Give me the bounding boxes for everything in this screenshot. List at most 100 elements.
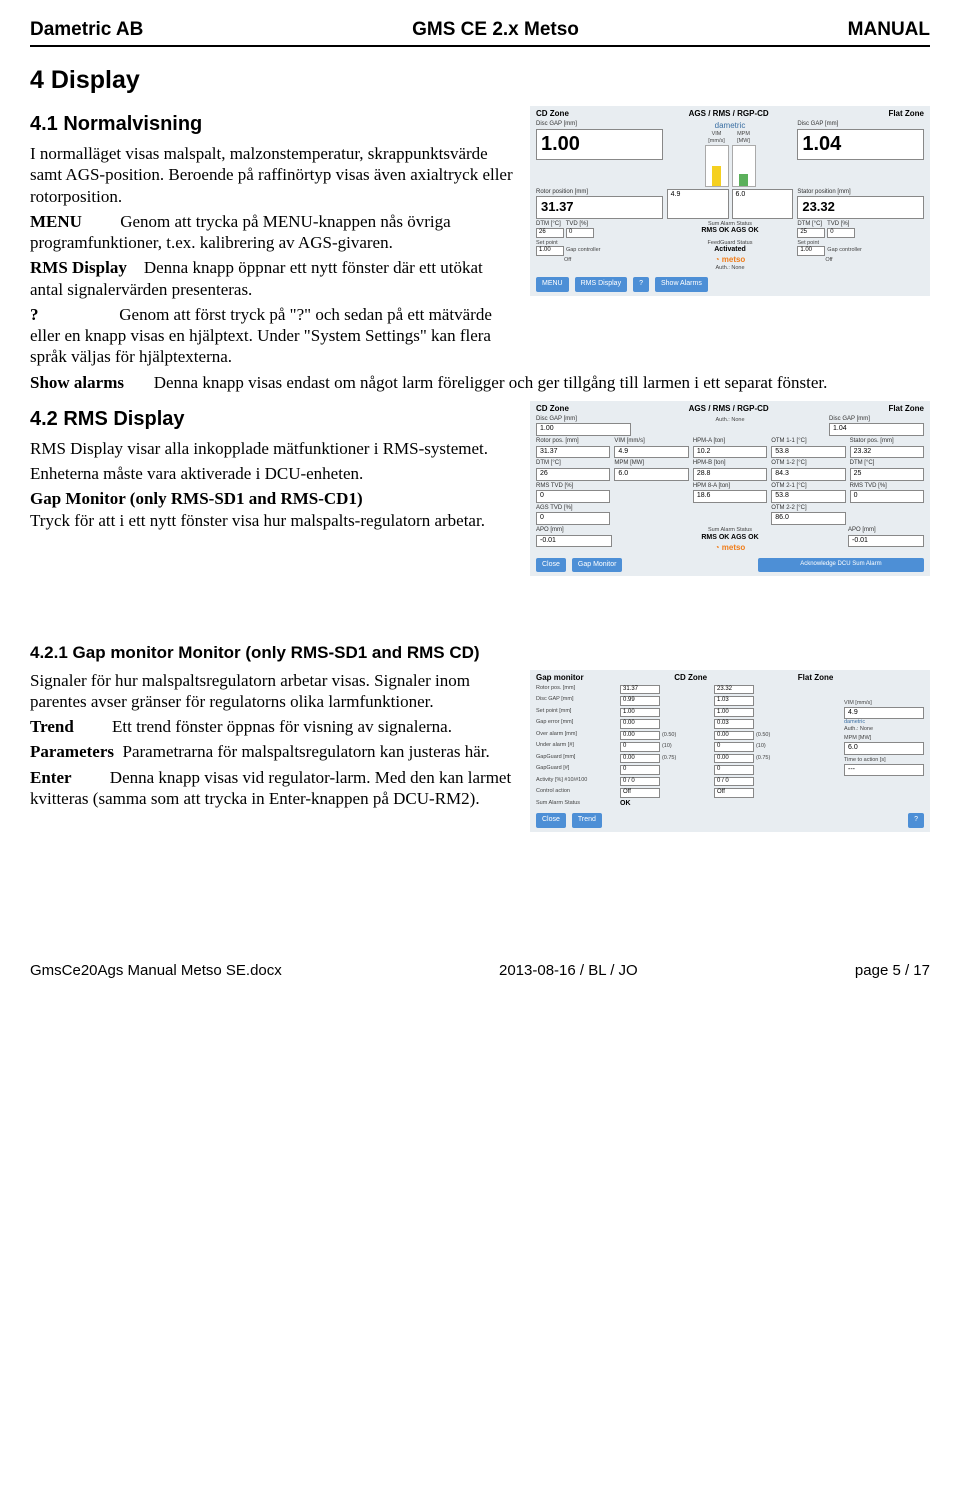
term-sa: Show alarms bbox=[30, 373, 124, 392]
f2-hpmb-l: HPM-B [ton] bbox=[693, 460, 767, 468]
f2-apo1-l: APO [mm] bbox=[536, 527, 612, 535]
page-header: Dametric AB GMS CE 2.x Metso MANUAL bbox=[30, 18, 930, 47]
term-gmon: Gap Monitor (only RMS-SD1 and RMS-CD1) bbox=[30, 489, 363, 508]
f2-rotor-l: Rotor pos. [mm] bbox=[536, 438, 610, 446]
f2-dg1: Disc GAP [mm] bbox=[536, 416, 631, 424]
menu-button[interactable]: MENU bbox=[536, 277, 569, 292]
f2-hpm8a-l: HPM 8-A [ton] bbox=[693, 483, 767, 491]
f1-mpm-u: [MW] bbox=[737, 138, 750, 144]
footer-left: GmsCe20Ags Manual Metso SE.docx bbox=[30, 962, 282, 981]
help-button[interactable]: ? bbox=[633, 277, 649, 292]
term-enter: Enter bbox=[30, 768, 72, 787]
gap-row: Activity [%] #10/#100 0 / 0 0 / 0 bbox=[530, 776, 930, 788]
f1-tvd2-lbl: TVD [%] bbox=[827, 221, 849, 227]
sa-desc: Show alarms Denna knapp visas endast om … bbox=[30, 372, 930, 393]
h41: 4.1 Normalvisning bbox=[30, 112, 518, 137]
f2-stator-v: 23.32 bbox=[850, 446, 924, 459]
term-param: Parameters bbox=[30, 742, 114, 761]
gap-row: Rotor pos. [mm] 31.37 23.32 bbox=[530, 684, 930, 696]
p-menu: Genom att trycka på MENU-knappen nås övr… bbox=[30, 212, 451, 252]
gap-monitor-button[interactable]: Gap Monitor bbox=[572, 558, 623, 573]
f2-dtm-v: 26 bbox=[536, 468, 610, 481]
gap-row: Control action Off Off bbox=[530, 787, 930, 799]
f2-sum-l: Sum Alarm Status bbox=[616, 527, 844, 534]
f2-otm21-l: OTM 2-1 [°C] bbox=[771, 483, 845, 491]
f2-ags-v: 0 bbox=[536, 512, 610, 525]
h4: 4 Display bbox=[30, 65, 930, 96]
footer-right: page 5 / 17 bbox=[855, 962, 930, 981]
f2-rmstvd2-v: 0 bbox=[850, 490, 924, 503]
fig-normalvisning: CD Zone AGS / RMS / RGP-CD Flat Zone Dis… bbox=[530, 106, 930, 296]
f2-cdv: 1.00 bbox=[536, 423, 631, 436]
f2-apo1-v: -0.01 bbox=[536, 535, 612, 548]
f2-hpm8a-v: 18.6 bbox=[693, 490, 767, 503]
f2-flatv: 1.04 bbox=[829, 423, 924, 436]
f2-rmstvd-v: 0 bbox=[536, 490, 610, 503]
f1-stator-v: 23.32 bbox=[797, 196, 924, 218]
f1-dtm1-lbl: DTM [°C] bbox=[536, 221, 561, 227]
f2-otm12-v: 84.3 bbox=[771, 468, 845, 481]
help-button-gap[interactable]: ? bbox=[908, 813, 924, 828]
ack-alarm-button[interactable]: Acknowledge DCU Sum Alarm bbox=[758, 558, 924, 573]
f3-cd: CD Zone bbox=[674, 673, 707, 683]
f3-title: Gap monitor bbox=[536, 673, 584, 683]
f2-cd: CD Zone bbox=[536, 404, 569, 414]
f1-sum-lbl: Sum Alarm Status bbox=[667, 221, 794, 228]
f1-vim-v: 4.9 bbox=[667, 189, 729, 219]
f2-hpma-l: HPM-A [ton] bbox=[693, 438, 767, 446]
f1-cd-val: 1.00 bbox=[536, 129, 663, 160]
f1-tvd1-lbl: TVD [%] bbox=[566, 221, 588, 227]
trend-desc: Trend Ett trend fönster öppnas för visni… bbox=[30, 716, 518, 737]
f2-rmstvd2-l: RMS TVD [%] bbox=[850, 483, 924, 491]
f2-apo2-l: APO [mm] bbox=[848, 527, 924, 535]
h42: 4.2 RMS Display bbox=[30, 407, 518, 432]
f1-vim-u: [mm/s] bbox=[708, 138, 725, 144]
f1-auth: Auth.: None bbox=[667, 265, 794, 272]
f1-title: AGS / RMS / RGP-CD bbox=[689, 109, 769, 119]
f2-dg2: Disc GAP [mm] bbox=[829, 416, 924, 424]
f1-rmsok: RMS OK AGS OK bbox=[667, 227, 794, 236]
show-alarms-button[interactable]: Show Alarms bbox=[655, 277, 708, 292]
f1-stator-lbl: Stator position [mm] bbox=[797, 189, 924, 197]
p42c: Tryck för att i ett nytt fönster visa hu… bbox=[30, 511, 485, 530]
f2-flat: Flat Zone bbox=[888, 404, 924, 414]
f2-otm22-v: 86.0 bbox=[771, 512, 845, 525]
page-footer: GmsCe20Ags Manual Metso SE.docx 2013-08-… bbox=[30, 962, 930, 981]
f2-rotor-v: 31.37 bbox=[536, 446, 610, 459]
f2-mpm-l: MPM [MW] bbox=[614, 460, 688, 468]
f2-auth: Auth.: None bbox=[715, 417, 744, 423]
f2-otm12-l: OTM 1-2 [°C] bbox=[771, 460, 845, 468]
f2-hpma-v: 10.2 bbox=[693, 446, 767, 459]
term-trend: Trend bbox=[30, 717, 74, 736]
trend-button[interactable]: Trend bbox=[572, 813, 602, 828]
p41a: I normalläget visas malspalt, malzonstem… bbox=[30, 143, 518, 207]
hdr-left: Dametric AB bbox=[30, 18, 143, 42]
p-sa: Denna knapp visas endast om något larm f… bbox=[154, 373, 828, 392]
f2-otm21-v: 53.8 bbox=[771, 490, 845, 503]
close-button[interactable]: Close bbox=[536, 558, 566, 573]
f2-dtm-l: DTM [°C] bbox=[536, 460, 610, 468]
fig-rms-display: CD Zone AGS / RMS / RGP-CD Flat Zone Dis… bbox=[530, 401, 930, 577]
term-rmsd: RMS Display bbox=[30, 258, 127, 277]
f2-hpmb-v: 28.8 bbox=[693, 468, 767, 481]
close-button-gap[interactable]: Close bbox=[536, 813, 566, 828]
f2-title: AGS / RMS / RGP-CD bbox=[689, 404, 769, 414]
f1-mpm-v: 6.0 bbox=[732, 189, 794, 219]
f1-tvd1: 0 bbox=[566, 228, 594, 238]
f1-rotor-v: 31.37 bbox=[536, 196, 663, 218]
rmsd-desc: RMS Display Denna knapp öppnar ett nytt … bbox=[30, 257, 518, 300]
footer-center: 2013-08-16 / BL / JO bbox=[499, 962, 638, 981]
p-trend: Ett trend fönster öppnas för visning av … bbox=[112, 717, 452, 736]
hdr-center: GMS CE 2.x Metso bbox=[412, 18, 579, 42]
f3-sum-l: Sum Alarm Status bbox=[536, 800, 616, 809]
f2-dtm2-l: DTM [°C] bbox=[850, 460, 924, 468]
f1-brand: dametric bbox=[667, 121, 794, 131]
f1-dtm2-lbl: DTM [°C] bbox=[797, 221, 822, 227]
f1-mpm: MPM bbox=[737, 131, 750, 137]
f2-vim-l: VIM [mm/s] bbox=[614, 438, 688, 446]
f2-stator-l: Stator pos. [mm] bbox=[850, 438, 924, 446]
p42a: RMS Display visar alla inkopplade mätfun… bbox=[30, 438, 518, 459]
menu-desc: MENU Genom att trycka på MENU-knappen nå… bbox=[30, 211, 518, 254]
f2-otm22-l: OTM 2-2 [°C] bbox=[771, 505, 845, 513]
rms-display-button[interactable]: RMS Display bbox=[575, 277, 627, 292]
